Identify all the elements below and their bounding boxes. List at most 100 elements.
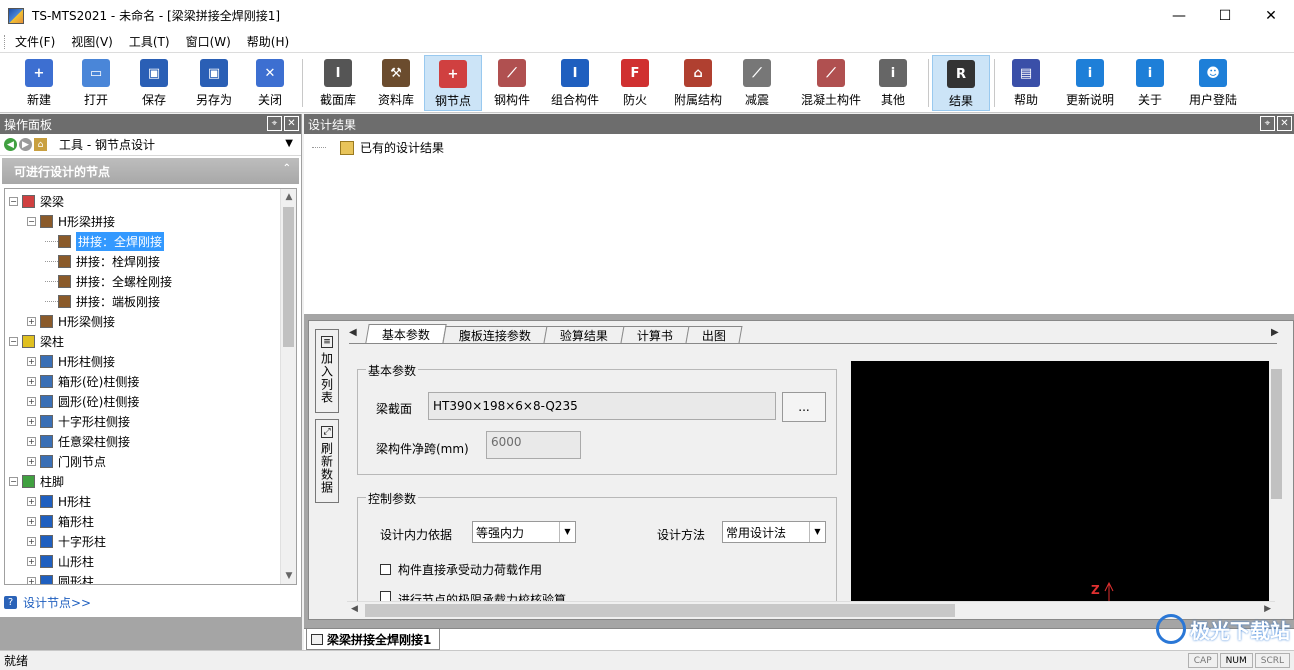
toolbar-button-save[interactable]: ▣ 保存 (128, 55, 180, 111)
toolbar-button-about[interactable]: i 关于 (1124, 55, 1176, 111)
toolbar-button-save-as[interactable]: ▣ 另存为 (186, 55, 242, 111)
home-icon[interactable]: ⌂ (34, 138, 47, 151)
toolbar-button-new-file[interactable]: + 新建 (14, 55, 64, 111)
expand-icon[interactable]: + (27, 436, 36, 446)
expand-icon[interactable]: + (27, 516, 36, 526)
tree-item[interactable]: − H形梁拼接 (27, 211, 115, 231)
preview-canvas[interactable]: Z (851, 361, 1269, 601)
close-panel-icon[interactable]: ✕ (1277, 116, 1292, 131)
toolbar-button-fire[interactable]: F 防火 (610, 55, 660, 111)
tree-item[interactable]: + 任意梁柱侧接 (27, 431, 130, 451)
ultimate-check-row[interactable]: 进行节点的极限承载力校核验算 (380, 591, 566, 601)
toolbar-button-folder-open[interactable]: ▭ 打开 (70, 55, 122, 111)
method-select[interactable]: 常用设计法 ▼ (722, 521, 826, 543)
tree-item[interactable]: − 梁柱 (9, 331, 64, 351)
expand-icon[interactable]: + (27, 536, 36, 546)
scroll-down-icon[interactable]: ▼ (281, 568, 296, 584)
scroll-up-icon[interactable]: ▲ (281, 189, 296, 205)
close-panel-icon[interactable]: ✕ (284, 116, 299, 131)
collapse-icon[interactable]: − (9, 476, 18, 486)
tab-basic-params[interactable]: 基本参数 (365, 324, 447, 343)
toolbar-button-other[interactable]: i 其他 (870, 55, 916, 111)
span-field[interactable]: 6000 (486, 431, 581, 459)
scroll-right-icon[interactable]: ▶ (1264, 604, 1271, 614)
menu-tools[interactable]: 工具(T) (121, 33, 178, 50)
tree-item[interactable]: + 圆形(砼)柱侧接 (27, 391, 139, 411)
expand-icon[interactable]: + (27, 456, 36, 466)
tree-item[interactable]: 拼接：端板刚接 (45, 291, 160, 311)
existing-results-item[interactable]: 已有的设计结果 (312, 139, 444, 156)
force-basis-select[interactable]: 等强内力 ▼ (472, 521, 576, 543)
browse-section-button[interactable]: ... (782, 392, 826, 422)
toolbar-button-result[interactable]: R 结果 (932, 55, 990, 111)
ultimate-check-checkbox[interactable] (380, 591, 391, 601)
canvas-vscroll-thumb[interactable] (1271, 369, 1282, 499)
toolbar-button-concrete-member[interactable]: ⟋ 混凝土构件 (790, 55, 872, 111)
hscroll-thumb[interactable] (365, 604, 955, 617)
beam-section-field[interactable]: HT390×198×6×8-Q235 (428, 392, 776, 420)
toolbar-button-update-info[interactable]: i 更新说明 (1056, 55, 1124, 111)
forward-icon[interactable]: ▶ (19, 138, 32, 151)
tree-item[interactable]: + 箱形(砼)柱侧接 (27, 371, 139, 391)
expand-icon[interactable]: + (27, 356, 36, 366)
dynamic-load-checkbox[interactable] (380, 564, 391, 575)
scroll-left-icon[interactable]: ◀ (351, 604, 358, 614)
maximize-button[interactable]: ☐ (1202, 0, 1248, 31)
tree-item[interactable]: + H形柱侧接 (27, 351, 115, 371)
toolbar-button-damping[interactable]: ⟋ 减震 (734, 55, 780, 111)
canvas-vscrollbar[interactable] (1269, 351, 1285, 601)
tree-scroll-thumb[interactable] (283, 207, 294, 347)
collapse-icon[interactable]: − (27, 216, 36, 226)
tool-selector[interactable]: 工具 - 钢节点设计 (59, 136, 155, 153)
chevron-down-icon[interactable]: ▼ (559, 522, 575, 542)
refresh-data-button[interactable]: ⤢ 刷新数据 (315, 419, 339, 503)
menu-help[interactable]: 帮助(H) (239, 33, 297, 50)
close-window-button[interactable]: ✕ (1248, 0, 1294, 31)
toolbar-button-section-library[interactable]: I 截面库 (310, 55, 366, 111)
design-node-link[interactable]: ? 设计节点>> (4, 594, 91, 611)
toolbar-button-composite-member[interactable]: I 组合构件 (544, 55, 606, 111)
dynamic-load-checkbox-row[interactable]: 构件直接承受动力荷载作用 (380, 561, 542, 578)
document-tab[interactable]: 梁梁拼接全焊刚接1 (306, 629, 441, 650)
tree-item[interactable]: + 十字形柱 (27, 531, 106, 551)
collapse-icon[interactable]: ⌃ (283, 163, 291, 174)
expand-icon[interactable]: + (27, 416, 36, 426)
minimize-button[interactable]: — (1156, 0, 1202, 31)
add-to-list-button[interactable]: ≡ 加入列表 (315, 329, 339, 413)
tree-item[interactable]: 拼接：栓焊刚接 (45, 251, 160, 271)
expand-icon[interactable]: + (27, 316, 36, 326)
tab-scroll-left-icon[interactable]: ◀ (349, 327, 357, 338)
tab-calc-report[interactable]: 计算书 (620, 326, 690, 343)
tab-scroll-right-icon[interactable]: ▶ (1271, 327, 1279, 338)
collapse-icon[interactable]: − (9, 196, 18, 206)
toolbar-button-users[interactable]: ☻ 用户登陆 (1182, 55, 1244, 111)
tree-item[interactable]: + 箱形柱 (27, 511, 94, 531)
expand-icon[interactable]: + (27, 396, 36, 406)
tab-check-results[interactable]: 验算结果 (543, 326, 625, 343)
expand-icon[interactable]: + (27, 376, 36, 386)
tree-scrollbar[interactable]: ▲ ▼ (280, 189, 296, 584)
tree-item[interactable]: − 梁梁 (9, 191, 64, 211)
pin-icon[interactable]: ⌖ (1260, 116, 1275, 131)
collapse-icon[interactable]: − (9, 336, 18, 346)
pin-icon[interactable]: ⌖ (267, 116, 282, 131)
tree-item[interactable]: + 山形柱 (27, 551, 94, 571)
menu-window[interactable]: 窗口(W) (178, 33, 239, 50)
chevron-down-icon[interactable]: ▼ (809, 522, 825, 542)
section-bar[interactable]: 可进行设计的节点 ⌃ (2, 158, 299, 184)
toolbar-button-help-book[interactable]: ▤ 帮助 (1000, 55, 1052, 111)
menu-view[interactable]: 视图(V) (63, 33, 121, 50)
toolbar-button-close-file[interactable]: ✕ 关闭 (246, 55, 294, 111)
tree-item[interactable]: + H形柱 (27, 491, 91, 511)
tree-item[interactable]: + H形梁侧接 (27, 311, 115, 331)
back-icon[interactable]: ◀ (4, 138, 17, 151)
tree-item[interactable]: + 十字形柱侧接 (27, 411, 130, 431)
tree-item[interactable]: + 门刚节点 (27, 451, 106, 471)
expand-icon[interactable]: + (27, 496, 36, 506)
tree-item[interactable]: 拼接：全螺栓刚接 (45, 271, 172, 291)
toolbar-button-tools-library[interactable]: ⚒ 资料库 (368, 55, 424, 111)
tab-web-connection[interactable]: 腹板连接参数 (442, 326, 548, 343)
tree-item[interactable]: − 柱脚 (9, 471, 64, 491)
menu-file[interactable]: 文件(F) (7, 33, 63, 50)
toolbar-button-steel-joint[interactable]: + 钢节点 (424, 55, 482, 111)
